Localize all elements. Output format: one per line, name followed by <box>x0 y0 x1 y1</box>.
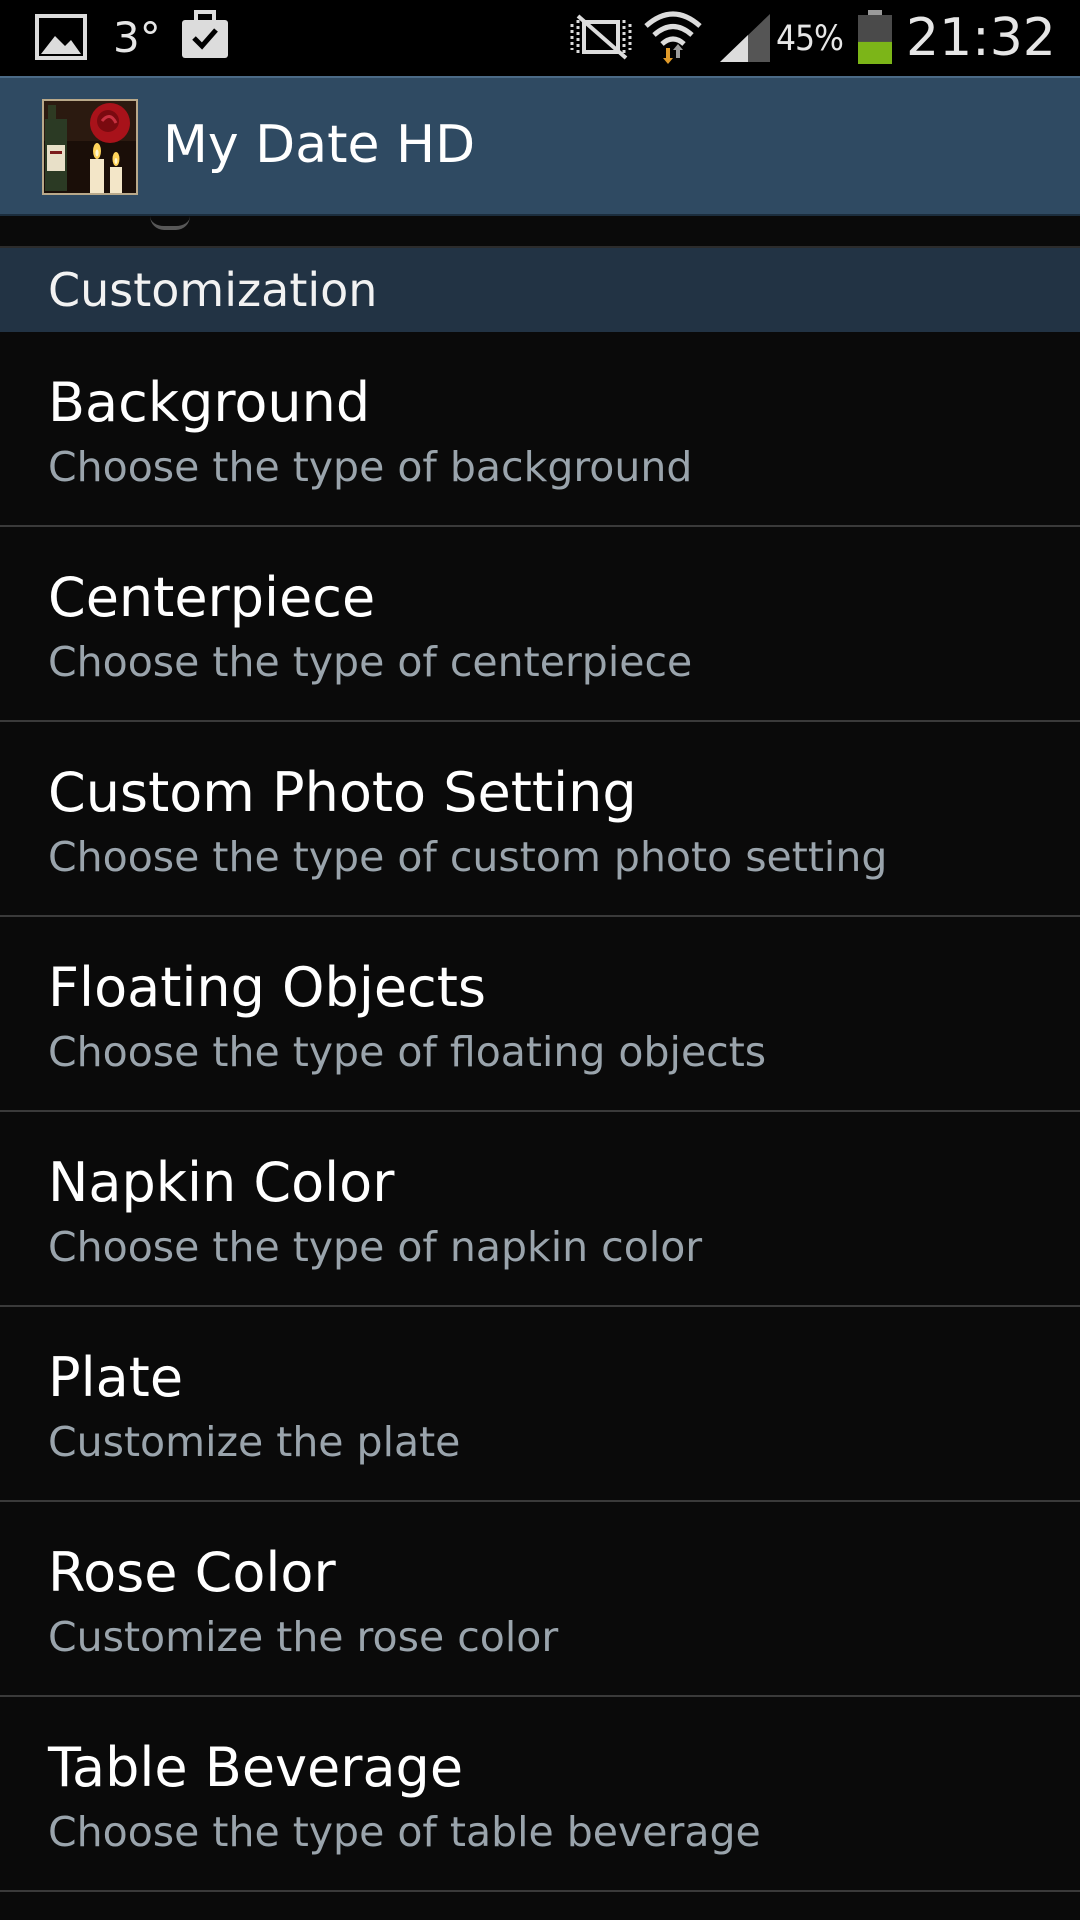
preference-item-plate[interactable]: Plate Customize the plate <box>0 1307 1080 1502</box>
screen: 3° 45% 21:32 My Date HD Customization Ba… <box>0 0 1080 1920</box>
clock-text: 21:32 <box>906 8 1056 68</box>
wifi-icon <box>644 11 702 64</box>
gallery-icon <box>35 14 87 60</box>
category-title: Customization <box>48 263 378 317</box>
app-icon[interactable] <box>42 99 138 195</box>
signal-icon <box>720 14 770 62</box>
preference-item-napkin-color[interactable]: Napkin Color Choose the type of napkin c… <box>0 1112 1080 1307</box>
preference-title: Floating Objects <box>48 956 487 1019</box>
status-bar: 3° 45% 21:32 <box>0 0 1080 76</box>
preference-item-rose-color[interactable]: Rose Color Customize the rose color <box>0 1502 1080 1697</box>
preference-screen[interactable]: Customization Background Choose the type… <box>0 216 1080 1920</box>
preference-title: Custom Photo Setting <box>48 761 637 824</box>
battery-percent-text: 45% <box>776 19 844 59</box>
preference-summary: Choose the type of custom photo setting <box>48 833 888 881</box>
preference-summary: Choose the type of table beverage <box>48 1808 761 1856</box>
preference-summary: Choose the type of centerpiece <box>48 638 693 686</box>
preference-title: Background <box>48 371 371 434</box>
category-header: Customization <box>0 248 1080 332</box>
preference-summary: Customize the rose color <box>48 1613 559 1661</box>
app-logo-image <box>44 101 136 193</box>
briefcase-check-icon <box>182 10 228 58</box>
clipped-text-fragment <box>150 216 190 230</box>
preference-summary: Choose the type of napkin color <box>48 1223 703 1271</box>
nfc-muted-icon <box>570 14 632 60</box>
preference-title: Rose Color <box>48 1541 336 1604</box>
battery-icon <box>858 10 892 64</box>
preference-summary: Choose the type of background <box>48 443 693 491</box>
preference-summary: Choose the type of floating objects <box>48 1028 767 1076</box>
temperature-text: 3° <box>113 13 161 62</box>
preference-item-table-beverage[interactable]: Table Beverage Choose the type of table … <box>0 1697 1080 1892</box>
action-bar: My Date HD <box>0 76 1080 216</box>
clipped-list-item[interactable] <box>0 216 1080 248</box>
preference-item-custom-photo-setting[interactable]: Custom Photo Setting Choose the type of … <box>0 722 1080 917</box>
preference-title: Plate <box>48 1346 184 1409</box>
preference-item-centerpiece[interactable]: Centerpiece Choose the type of centerpie… <box>0 527 1080 722</box>
preference-item-background[interactable]: Background Choose the type of background <box>0 332 1080 527</box>
preference-title: Table Beverage <box>48 1736 464 1799</box>
preference-title: Centerpiece <box>48 566 376 629</box>
preference-list: Background Choose the type of background… <box>0 332 1080 1892</box>
preference-summary: Customize the plate <box>48 1418 461 1466</box>
preference-item-floating-objects[interactable]: Floating Objects Choose the type of floa… <box>0 917 1080 1112</box>
app-title: My Date HD <box>163 115 476 175</box>
preference-title: Napkin Color <box>48 1151 395 1214</box>
